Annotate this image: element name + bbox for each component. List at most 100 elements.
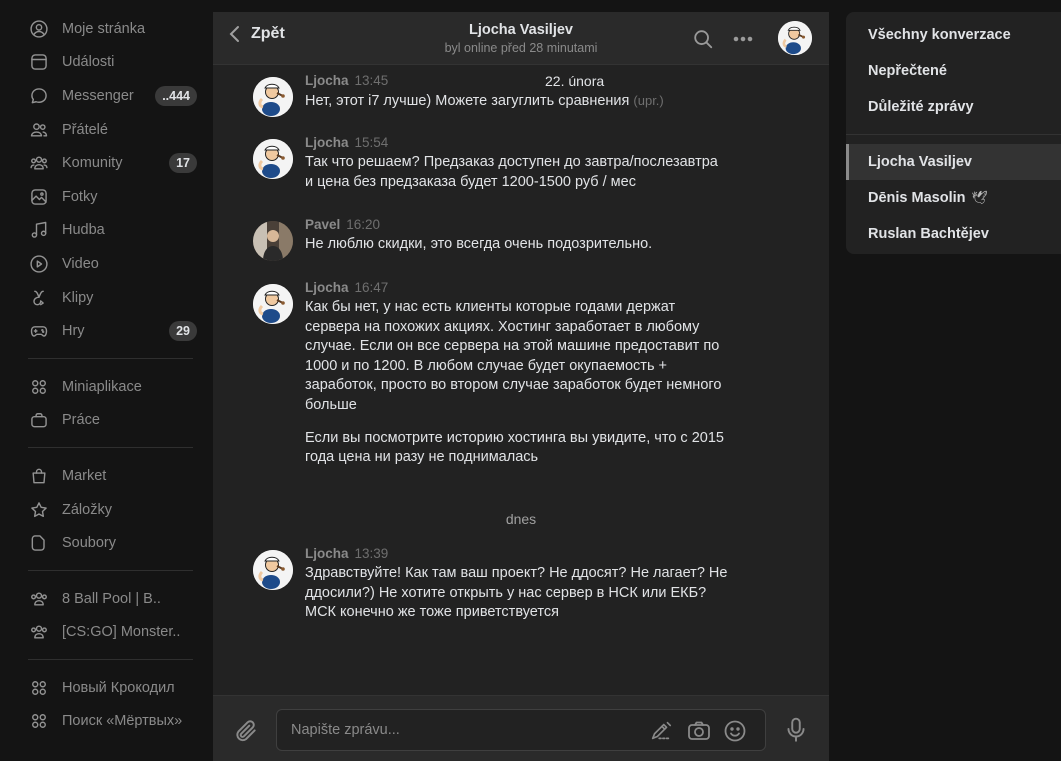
message-time: 13:45 — [354, 73, 389, 88]
nav-label: Přátelé — [62, 121, 108, 138]
back-button[interactable]: Zpět — [227, 24, 285, 44]
filter-all-conversations[interactable]: Všechny konverzace — [846, 17, 1061, 53]
sender-avatar[interactable] — [253, 139, 293, 179]
sender-avatar[interactable] — [253, 221, 293, 261]
nav-item-app-crocodile[interactable]: Новый Крокодил — [0, 671, 213, 705]
nav-label: Video — [62, 255, 99, 272]
more-horizontal-icon — [733, 36, 753, 42]
user-photo-icon — [253, 221, 293, 261]
nav-item-bookmarks[interactable]: Záložky — [0, 493, 213, 527]
peer-status: byl online před 28 minutami — [444, 41, 598, 55]
app-window: Moje stránka Události Messenger ..444 Př… — [0, 0, 1061, 761]
paperclip-icon — [236, 720, 256, 742]
popeye-avatar-icon — [253, 77, 293, 117]
message-input[interactable] — [291, 710, 631, 750]
microphone-icon — [787, 717, 805, 742]
sender-avatar[interactable] — [253, 77, 293, 117]
more-options-button[interactable] — [731, 27, 755, 51]
nav-item-jobs[interactable]: Práce — [0, 404, 213, 438]
message-item: Ljocha 13:45 22. února Нет, этот i7 лучше… — [253, 71, 773, 117]
nav-item-my-page[interactable]: Moje stránka — [0, 12, 213, 46]
shopping-bag-icon — [28, 465, 50, 487]
emoji-button[interactable] — [723, 719, 747, 743]
nav-item-community-8ball[interactable]: 8 Ball Pool | B.. — [0, 582, 213, 616]
message-author[interactable]: Ljocha — [305, 135, 349, 150]
camera-button[interactable] — [687, 719, 711, 743]
photo-icon — [28, 186, 50, 208]
nav-label: Klipy — [62, 289, 94, 306]
chat-title[interactable]: Ljocha Vasiljev byl online před 28 minut… — [373, 22, 669, 55]
community-icon — [28, 588, 50, 610]
chat-header: Zpět Ljocha Vasiljev byl online před 28 … — [213, 12, 829, 65]
search-icon — [694, 30, 713, 49]
search-button[interactable] — [691, 27, 715, 51]
message-line: случае. Если он все сервера на этой маши… — [305, 338, 720, 355]
popeye-avatar-icon — [253, 284, 293, 324]
message-item: Ljocha 16:47 Как бы нет, у нас есть клиен… — [253, 278, 773, 468]
message-item: Ljocha 13:39 Здравствуйте! Как там ваш пр… — [253, 544, 773, 623]
sticker-pen-button[interactable] — [649, 719, 673, 743]
apps-grid-icon — [28, 677, 50, 699]
filter-unread[interactable]: Nepřečtené — [846, 53, 1061, 89]
message-line: года цена ни разу не поднималась — [305, 449, 539, 466]
apps-grid-icon — [28, 376, 50, 398]
message-author[interactable]: Pavel — [305, 217, 340, 232]
friends-icon — [28, 119, 50, 141]
nav-item-files[interactable]: Soubory — [0, 526, 213, 560]
nav-item-miniapps[interactable]: Miniaplikace — [0, 370, 213, 404]
filter-important[interactable]: Důležité zprávy — [846, 89, 1061, 125]
sender-avatar[interactable] — [253, 284, 293, 324]
conversation-item[interactable]: Dēnis Masolin 🕊 — [846, 180, 1061, 216]
nav-item-music[interactable]: Hudba — [0, 214, 213, 248]
message-text: Так что решаем? Предзаказ доступен до за… — [305, 153, 773, 192]
nav-item-community-csgo[interactable]: [CS:GO] Monster.. — [0, 616, 213, 650]
briefcase-icon — [28, 409, 50, 431]
message-item: Pavel 16:20 Не люблю скидки, это всегда о… — [253, 215, 773, 261]
nav-item-communities[interactable]: Komunity 17 — [0, 146, 213, 180]
nav-label: Messenger — [62, 87, 134, 104]
conversation-name: Ljocha Vasiljev — [868, 154, 972, 170]
sender-avatar[interactable] — [253, 550, 293, 590]
communities-icon — [28, 152, 50, 174]
message-paragraph: Если вы посмотрите историю хостинга вы у… — [305, 429, 773, 468]
popeye-avatar-icon — [778, 21, 812, 55]
conversation-name: Dēnis Masolin — [868, 190, 966, 206]
nav-item-photos[interactable]: Fotky — [0, 180, 213, 214]
smiley-icon — [724, 720, 746, 742]
date-separator: dnes — [505, 511, 537, 527]
peer-name: Ljocha Vasiljev — [469, 22, 573, 38]
message-author[interactable]: Ljocha — [305, 546, 349, 561]
message-item: Ljocha 15:54 Так что решаем? Предзаказ до… — [253, 133, 773, 192]
conversation-name: Ruslan Bachtějev — [868, 226, 989, 242]
nav-label: Hry — [62, 323, 85, 340]
message-time: 15:54 — [354, 135, 389, 150]
message-line: Так что решаем? Предзаказ доступен до за… — [305, 154, 718, 170]
message-line: больше — [305, 396, 357, 413]
nav-item-messenger[interactable]: Messenger ..444 — [0, 79, 213, 113]
nav-item-video[interactable]: Video — [0, 247, 213, 281]
nav-item-clips[interactable]: Klipy — [0, 281, 213, 315]
message-input-box — [276, 709, 766, 751]
popeye-avatar-icon — [253, 139, 293, 179]
play-circle-icon — [28, 253, 50, 275]
nav-item-friends[interactable]: Přátelé — [0, 113, 213, 147]
edited-marker: (upr.) — [633, 93, 664, 108]
message-author[interactable]: Ljocha — [305, 73, 349, 88]
panel-divider — [846, 134, 1061, 135]
nav-item-events[interactable]: Události — [0, 46, 213, 80]
attach-button[interactable] — [233, 718, 259, 749]
nav-item-market[interactable]: Market — [0, 459, 213, 493]
message-line: ддосили?) Не хотите открыть у нас сервер… — [305, 584, 707, 601]
nav-item-app-search-dead[interactable]: Поиск «Мёртвых» — [0, 705, 213, 739]
date-label: 22. února — [545, 73, 605, 89]
community-icon — [28, 621, 50, 643]
message-author[interactable]: Ljocha — [305, 280, 349, 295]
message-list: Ljocha 13:45 22. února Нет, этот i7 лучше… — [213, 65, 829, 695]
peer-avatar[interactable] — [778, 21, 812, 55]
chat-panel: Zpět Ljocha Vasiljev byl online před 28 … — [213, 12, 829, 761]
nav-item-games[interactable]: Hry 29 — [0, 314, 213, 348]
conversation-item[interactable]: Ruslan Bachtějev — [846, 216, 1061, 252]
nav-label: Fotky — [62, 188, 98, 205]
conversation-item-active[interactable]: Ljocha Vasiljev — [846, 144, 1061, 180]
voice-message-button[interactable] — [783, 716, 809, 749]
